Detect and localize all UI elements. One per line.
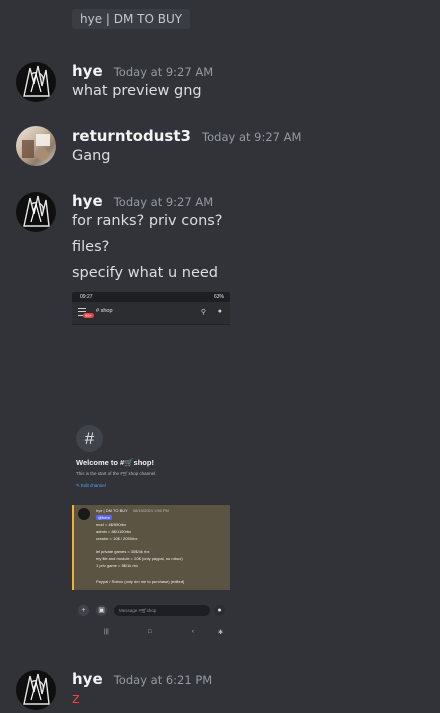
- members-icon: ●: [217, 308, 222, 315]
- message-text: for ranks? priv cons?: [72, 213, 223, 229]
- message-text: files?: [72, 239, 110, 255]
- edit-channel-label: Edit channel: [81, 483, 106, 488]
- phone-status-bar: 09:27 63%: [72, 292, 230, 302]
- quote-line: my file and module = 20$ (only paypal, n…: [96, 556, 183, 561]
- avatar[interactable]: [16, 62, 56, 102]
- timestamp: Today at 6:21 PM: [113, 673, 213, 687]
- message-text: specify what u need: [72, 265, 218, 281]
- avatar[interactable]: [16, 126, 56, 166]
- avatar-art-icon: [23, 65, 50, 97]
- pinned-shop-message: hye | DM TO BUY 08/15/2024 1:56 PM @here…: [72, 505, 230, 590]
- quote-line: creator = 10$ / 2050rbx: [96, 536, 138, 541]
- author-name[interactable]: hye: [72, 192, 103, 210]
- message-input-bar: + ▣ Message #🛒shop ●: [72, 599, 230, 621]
- back-icon: ‹: [192, 629, 194, 635]
- timestamp: Today at 9:27 AM: [202, 130, 302, 144]
- message-text: z: [72, 691, 80, 707]
- mic-icon: ●: [214, 605, 225, 616]
- status-time: 09:27: [80, 294, 93, 300]
- avatar-art-icon: [22, 134, 50, 160]
- highlight-bar: [72, 505, 74, 590]
- quote-header: hye | DM TO BUY 08/15/2024 1:56 PM: [96, 508, 169, 513]
- avatar-art-icon: [23, 673, 50, 705]
- message-text: Gang: [72, 148, 111, 164]
- battery-level: 63%: [213, 294, 224, 300]
- home-icon: □: [148, 629, 152, 635]
- plus-icon: +: [78, 605, 89, 616]
- author-name[interactable]: hye: [72, 62, 103, 80]
- channel-name: # shop: [96, 308, 113, 314]
- quote-time: 08/15/2024 1:56 PM: [132, 508, 169, 513]
- avatar[interactable]: [16, 192, 56, 232]
- quote-avatar: [78, 508, 90, 520]
- quote-line: Paypal / Robux (only dm me to purchase) …: [96, 579, 185, 584]
- reply-reference[interactable]: hye | DM TO BUY: [72, 9, 191, 29]
- quote-line: 1 priv game = 5$/1k rbx: [96, 563, 138, 568]
- author-name[interactable]: returntodust3: [72, 127, 191, 145]
- hash-icon: #: [76, 425, 103, 452]
- image-attachment[interactable]: 09:27 63% 99+ # shop ⚲ ● # Welcome to #🛒…: [72, 292, 230, 641]
- accessibility-icon: ✱: [218, 630, 224, 636]
- notification-badge: 99+: [83, 313, 94, 318]
- timestamp: Today at 9:27 AM: [113, 195, 214, 209]
- author-name[interactable]: hye: [72, 670, 103, 688]
- apps-icon: ▣: [96, 605, 107, 616]
- message-input: Message #🛒shop: [114, 605, 210, 616]
- quote-line: mod = 4$/550rbx: [96, 522, 127, 527]
- edit-channel-link: ✎ Edit channel: [76, 483, 106, 488]
- quote-author: hye | DM TO BUY: [96, 508, 128, 513]
- avatar-art-icon: [23, 195, 50, 227]
- quote-line: admin = 8$/1100rbx: [96, 529, 132, 534]
- welcome-title: Welcome to #🛒shop!: [76, 458, 154, 467]
- avatar[interactable]: [16, 670, 56, 710]
- message-text: what preview gng: [72, 83, 202, 99]
- channel-header: 99+ # shop ⚲ ●: [72, 302, 230, 325]
- search-icon: ⚲: [200, 309, 206, 316]
- android-nav-bar: ||| □ ‹ ✱: [72, 623, 230, 641]
- timestamp: Today at 9:27 AM: [113, 65, 214, 79]
- welcome-subtitle: This is the start of the #🛒shop channel.: [76, 471, 157, 476]
- recents-icon: |||: [104, 629, 109, 635]
- quote-line: lel private games = 30$/4k rbx: [96, 549, 150, 554]
- mention-tag: @here: [96, 515, 113, 520]
